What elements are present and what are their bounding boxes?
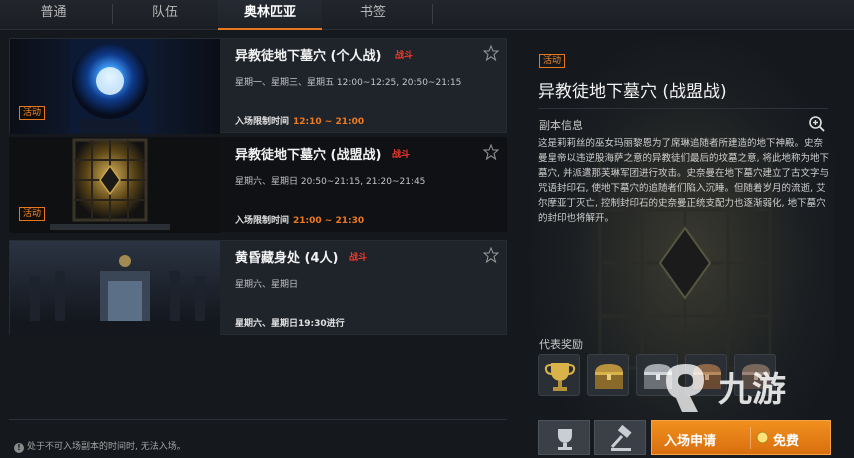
entry-limit-time: 21:00 ~ 21:30: [293, 216, 365, 226]
entry-limit-time: 12:10 ~ 21:00: [293, 117, 365, 127]
enter-request-button[interactable]: 入场申请 免费: [651, 420, 831, 455]
reward-label: 代表奖励: [539, 338, 583, 351]
dungeon-info-label: 副本信息: [539, 119, 583, 132]
entry-limit: 星期六、星期日19:30进行: [235, 316, 345, 329]
event-badge: 活动: [19, 106, 46, 120]
gavel-icon: [610, 424, 632, 451]
tab-bookmark[interactable]: 书签: [322, 0, 424, 30]
cost-free-label: 免费: [773, 434, 800, 449]
dungeon-schedule: 星期一、星期三、星期五 12:00~12:25, 20:50~21:15: [235, 78, 462, 88]
entry-limit: 入场限制时间 21:00 ~ 21:30: [235, 213, 364, 226]
detail-event-badge: 活动: [539, 54, 566, 68]
bookmark-star-icon[interactable]: [483, 247, 499, 263]
dungeon-card-alliance[interactable]: 活动 异教徒地下墓穴 (战盟战) 战斗 星期六、星期日 20:50~21:15,…: [9, 137, 507, 233]
dungeon-title: 黄昏藏身处 (4人): [235, 251, 339, 266]
watermark-logo: 九游: [660, 360, 835, 420]
zoom-in-icon[interactable]: [808, 115, 826, 133]
dungeon-title: 异教徒地下墓穴 (个人战): [235, 49, 382, 64]
battle-tag: 战斗: [392, 150, 411, 160]
reward-trophy[interactable]: [538, 354, 580, 396]
list-divider: [9, 419, 507, 420]
tab-bar: 普通 队伍 奥林匹亚 书签: [0, 0, 854, 30]
entry-limit: 入场限制时间 12:10 ~ 21:00: [235, 114, 364, 127]
ranking-button[interactable]: [538, 420, 590, 455]
bookmark-star-icon[interactable]: [483, 45, 499, 61]
button-divider: [750, 427, 751, 449]
watermark-mark-icon: [666, 364, 704, 412]
gold-chest-icon: [595, 364, 623, 389]
tab-olympia[interactable]: 奥林匹亚: [218, 0, 322, 30]
event-badge: 活动: [19, 207, 46, 221]
auction-button[interactable]: [594, 420, 646, 455]
entry-limit-label: 入场限制时间: [235, 117, 290, 127]
warning-icon: !: [14, 443, 24, 453]
battle-tag: 战斗: [395, 51, 414, 61]
entry-notice: ! 处于不可入场副本的时间时, 无法入场。: [14, 439, 186, 453]
dungeon-thumbnail: [10, 241, 220, 336]
reward-chest-gold[interactable]: [587, 354, 629, 396]
trophy-icon: [544, 363, 576, 391]
dungeon-schedule: 星期六、星期日: [235, 280, 299, 290]
bookmark-star-icon[interactable]: [483, 144, 499, 160]
entry-limit-label: 入场限制时间: [235, 216, 290, 226]
tab-team[interactable]: 队伍: [112, 0, 218, 30]
enter-request-label: 入场申请: [664, 434, 717, 449]
dungeon-description: 这是莉莉丝的巫女玛丽黎恩为了席琳追随者所建造的地下神殿。史奈曼皇帝以违逆股海萨之…: [538, 138, 830, 224]
coin-icon: [756, 431, 769, 444]
watermark-text: 九游: [718, 370, 786, 410]
dungeon-card-solo[interactable]: 活动 异教徒地下墓穴 (个人战) 战斗 星期一、星期三、星期五 12:00~12…: [9, 38, 507, 134]
detail-title: 异教徒地下墓穴 (战盟战): [538, 82, 727, 102]
tab-divider: [432, 4, 433, 24]
trophy-icon: [558, 429, 572, 450]
battle-tag: 战斗: [349, 253, 368, 263]
entry-limit-label: 星期六、星期日19:30进行: [235, 319, 345, 329]
detail-divider: [538, 108, 828, 109]
dungeon-schedule: 星期六、星期日 20:50~21:15, 21:20~21:45: [235, 177, 426, 187]
tab-normal[interactable]: 普通: [0, 0, 107, 30]
dungeon-card-twilight[interactable]: 黄昏藏身处 (4人) 战斗 星期六、星期日 星期六、星期日19:30进行: [9, 240, 507, 336]
entry-notice-text: 处于不可入场副本的时间时, 无法入场。: [27, 442, 186, 452]
dungeon-title: 异教徒地下墓穴 (战盟战): [235, 148, 382, 163]
